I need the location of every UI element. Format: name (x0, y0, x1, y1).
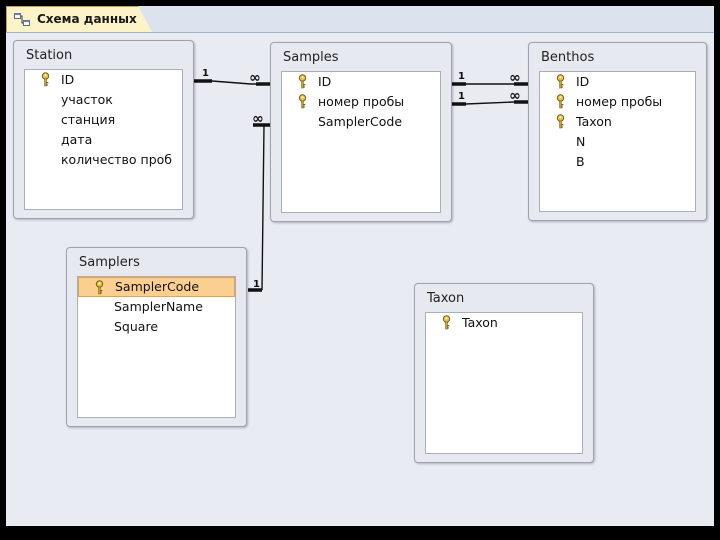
primary-key-icon (556, 74, 565, 89)
field-list[interactable]: ID номер пробы Taxon N B (539, 71, 696, 212)
field-list[interactable]: SamplerCode SamplerName Square (77, 276, 236, 418)
field-name: N (576, 134, 586, 149)
field-name: SamplerCode (318, 114, 403, 129)
field-row[interactable]: номер пробы (282, 92, 440, 112)
field-name: B (576, 154, 585, 169)
field-name: ID (61, 72, 75, 87)
primary-key-icon (556, 94, 565, 109)
document-tab-strip: Схема данных (6, 6, 714, 33)
field-row[interactable]: N (540, 132, 695, 152)
field-row[interactable]: B (540, 152, 695, 172)
primary-key-icon (556, 114, 565, 129)
table-title[interactable]: Samples (283, 50, 339, 65)
table-taxon[interactable]: Taxon Taxon (414, 283, 594, 463)
primary-key-icon (298, 74, 307, 89)
field-row[interactable]: SamplerName (78, 297, 235, 317)
field-row[interactable]: Taxon (540, 112, 695, 132)
field-row[interactable]: дата (25, 130, 182, 150)
cardinality-one: 1 (458, 91, 465, 102)
field-list[interactable]: ID участок станция дата количество проб (24, 69, 183, 210)
field-row[interactable]: Taxon (426, 313, 582, 333)
primary-key-icon (95, 280, 104, 295)
field-row[interactable]: SamplerCode (282, 112, 440, 132)
field-name: Taxon (576, 114, 612, 129)
cardinality-many: ∞ (509, 88, 521, 104)
samplers-samples-line (261, 124, 268, 291)
cardinality-one: 1 (253, 279, 260, 290)
field-row[interactable]: ID (282, 72, 440, 92)
relationships-icon (14, 13, 30, 26)
field-list[interactable]: ID номер пробы SamplerCode (281, 71, 441, 213)
cardinality-one: 1 (202, 68, 209, 79)
field-name: станция (61, 112, 116, 127)
field-row[interactable]: номер пробы (540, 92, 695, 112)
cardinality-many: ∞ (509, 70, 521, 86)
table-samplers[interactable]: Samplers SamplerCode SamplerName Square (66, 247, 247, 427)
field-name: номер пробы (576, 94, 663, 109)
field-name: ID (318, 74, 332, 89)
table-station[interactable]: Station ID участок станция дата количест… (13, 40, 194, 219)
table-title[interactable]: Samplers (79, 255, 140, 270)
cardinality-one: 1 (458, 71, 465, 82)
table-title[interactable]: Taxon (427, 291, 464, 306)
field-list[interactable]: Taxon (425, 312, 583, 454)
field-name: Square (114, 319, 159, 334)
field-name: SamplerName (114, 299, 203, 314)
tab-label: Схема данных (37, 12, 137, 26)
field-name: участок (61, 92, 113, 107)
relationships-window: Схема данных 1 ∞ 1 ∞ 1 ∞ 1 ∞ Station ID … (6, 6, 714, 526)
field-name: SamplerCode (115, 279, 200, 294)
primary-key-icon (41, 72, 50, 87)
field-row[interactable]: станция (25, 110, 182, 130)
tab-relationships[interactable]: Схема данных (6, 6, 152, 32)
field-row[interactable]: ID (540, 72, 695, 92)
field-row[interactable]: количество проб (25, 150, 182, 170)
field-row[interactable]: участок (25, 90, 182, 110)
table-title[interactable]: Station (26, 48, 72, 63)
field-name: ID (576, 74, 590, 89)
table-benthos[interactable]: Benthos ID номер пробы Taxon N B (528, 42, 707, 221)
field-name: Taxon (462, 315, 498, 330)
table-title[interactable]: Benthos (541, 50, 594, 65)
primary-key-icon (442, 315, 451, 330)
relationship-canvas[interactable]: 1 ∞ 1 ∞ 1 ∞ 1 ∞ Station ID участок станц… (6, 33, 714, 526)
field-name: количество проб (61, 152, 172, 167)
field-row-selected[interactable]: SamplerCode (78, 277, 235, 297)
cardinality-many: ∞ (252, 111, 264, 127)
field-name: номер пробы (318, 94, 405, 109)
cardinality-many: ∞ (249, 70, 261, 86)
field-row[interactable]: ID (25, 70, 182, 90)
primary-key-icon (298, 94, 307, 109)
field-row[interactable]: Square (78, 317, 235, 337)
table-samples[interactable]: Samples ID номер пробы SamplerCode (270, 42, 452, 222)
field-name: дата (61, 132, 93, 147)
